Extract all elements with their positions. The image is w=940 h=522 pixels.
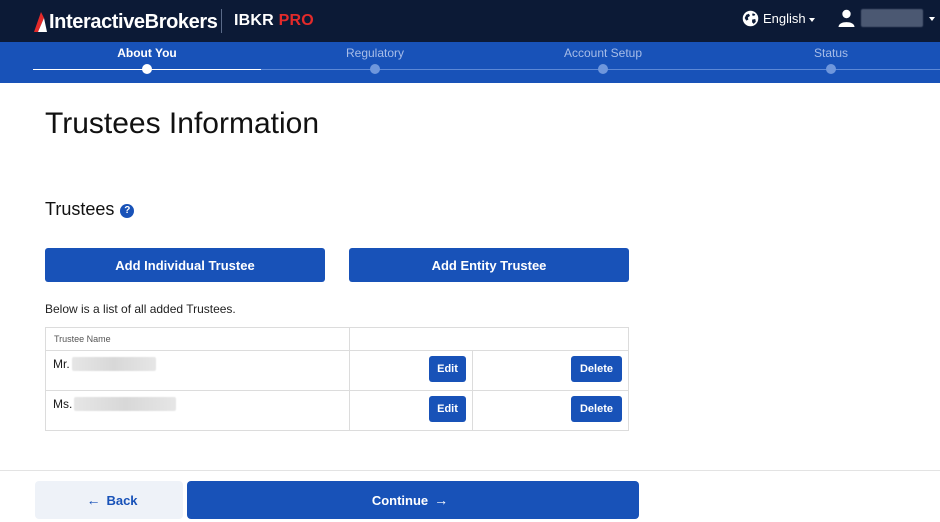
delete-cell: Delete	[472, 350, 629, 391]
delete-button[interactable]: Delete	[571, 356, 622, 382]
add-individual-trustee-button[interactable]: Add Individual Trustee	[45, 248, 325, 282]
table-row: Mr. Edit Delete	[45, 350, 629, 391]
language-label: English	[763, 11, 806, 26]
step-account-setup: Account Setup	[563, 46, 643, 60]
user-icon	[838, 9, 855, 27]
globe-icon	[742, 10, 759, 27]
table-header-row: Trustee Name	[45, 327, 629, 351]
step-dot-regulatory	[370, 64, 380, 74]
help-icon[interactable]: ?	[120, 203, 135, 218]
back-label: Back	[106, 492, 138, 508]
column-header-actions	[349, 327, 629, 351]
user-name-redacted	[861, 9, 923, 27]
trustee-name-cell: Ms.	[45, 390, 350, 431]
trustee-name-cell: Mr.	[45, 350, 350, 391]
ib-logo-icon	[32, 10, 48, 34]
edit-button[interactable]: Edit	[429, 396, 466, 422]
trustee-name-redacted	[71, 357, 156, 371]
step-dot-about-you	[142, 64, 152, 74]
chevron-down-icon	[808, 17, 815, 22]
step-regulatory: Regulatory	[345, 46, 405, 60]
language-selector[interactable]: English	[742, 10, 815, 27]
delete-cell: Delete	[472, 390, 629, 431]
continue-button[interactable]: Continue →	[187, 481, 639, 519]
page-title: Trustees Information	[45, 107, 319, 140]
step-about-you: About You	[117, 46, 177, 60]
progress-steps: About You Regulatory Account Setup Statu…	[0, 42, 940, 83]
brand-name: InteractiveBrokers	[49, 10, 218, 33]
trustee-prefix: Ms.	[53, 397, 73, 411]
product-name: IBKR PRO	[234, 12, 314, 29]
step-dot-account-setup	[598, 64, 608, 74]
list-description: Below is a list of all added Trustees.	[45, 302, 236, 316]
back-button[interactable]: ← Back	[35, 481, 183, 519]
step-dot-status	[826, 64, 836, 74]
trustee-prefix: Mr.	[53, 357, 70, 371]
arrow-right-icon: →	[434, 492, 449, 508]
footer-divider	[0, 470, 940, 471]
delete-button[interactable]: Delete	[571, 396, 622, 422]
user-menu[interactable]	[838, 9, 935, 27]
edit-cell: Edit	[349, 350, 473, 391]
top-header: InteractiveBrokers IBKR PRO English	[0, 0, 940, 42]
trustees-heading: Trustees	[45, 199, 115, 219]
arrow-left-icon: ←	[86, 492, 101, 508]
section-title: Trustees ?	[45, 199, 135, 220]
chevron-down-icon	[929, 17, 935, 21]
table-row: Ms. Edit Delete	[45, 390, 629, 431]
step-status: Status	[813, 46, 849, 60]
edit-cell: Edit	[349, 390, 473, 431]
brand-divider	[221, 9, 222, 33]
trustee-name-redacted	[74, 397, 177, 411]
brand-logo[interactable]: InteractiveBrokers	[32, 9, 218, 35]
edit-button[interactable]: Edit	[429, 356, 466, 382]
trustees-table: Trustee Name Mr. Edit Delete Ms. Edit De…	[45, 327, 629, 431]
column-header-trustee-name: Trustee Name	[45, 327, 350, 351]
add-entity-trustee-button[interactable]: Add Entity Trustee	[349, 248, 629, 282]
continue-label: Continue	[371, 492, 429, 508]
